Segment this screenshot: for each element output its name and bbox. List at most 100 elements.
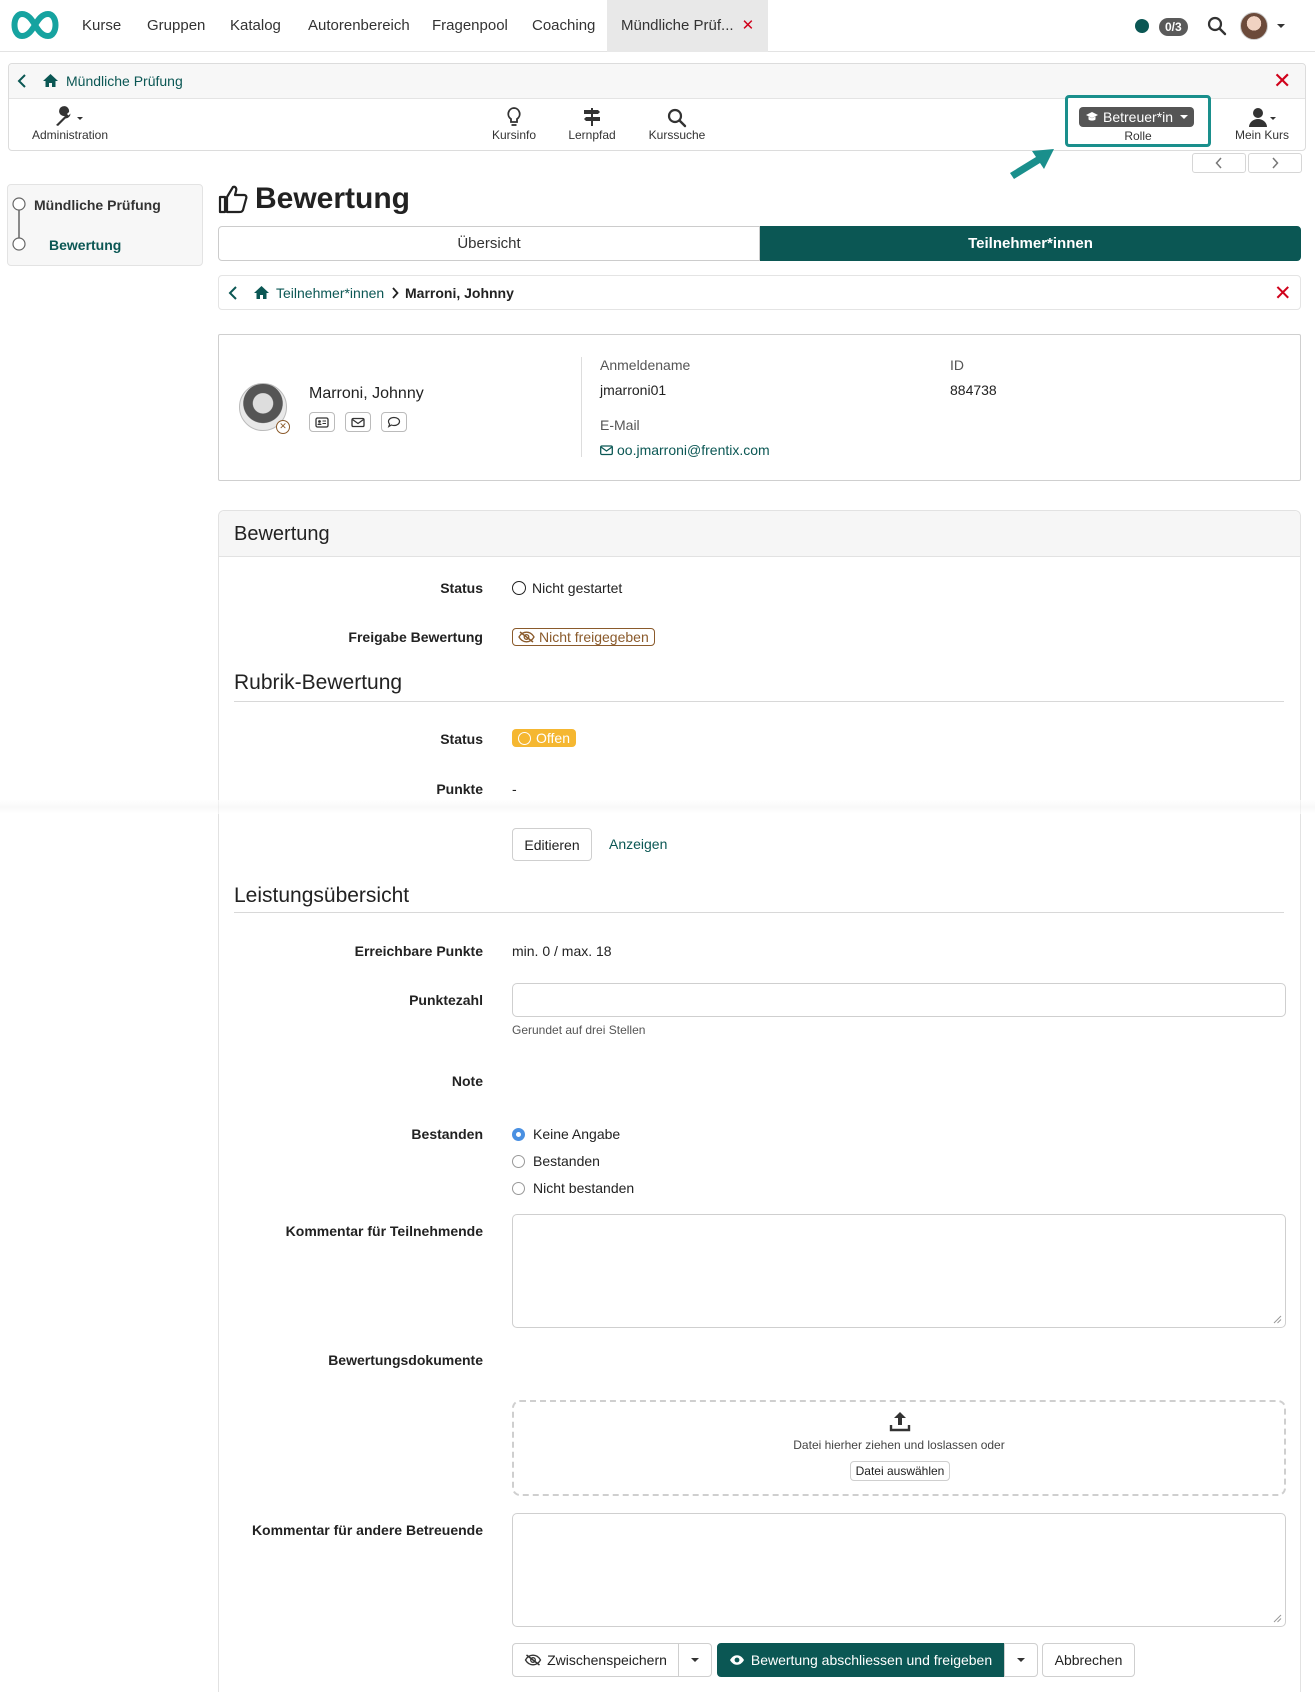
chat-bubble-icon — [387, 416, 401, 428]
breadcrumb-participants-link[interactable]: Teilnehmer*innen — [276, 285, 384, 301]
page-title: Bewertung — [217, 182, 410, 216]
save-options-dropdown[interactable] — [678, 1643, 712, 1677]
passed-label: Bestanden — [411, 1126, 483, 1142]
chat-button[interactable] — [381, 412, 407, 432]
participant-comment-textarea[interactable] — [512, 1214, 1286, 1328]
divider — [234, 912, 1284, 913]
email-label: E-Mail — [600, 417, 640, 433]
search-icon[interactable] — [1207, 16, 1227, 36]
id-card-icon — [315, 416, 329, 428]
kursinfo-button[interactable]: Kursinfo — [484, 104, 544, 142]
highlight-arrow-icon — [1006, 145, 1058, 179]
vcard-button[interactable] — [309, 412, 335, 432]
openolat-logo[interactable] — [8, 10, 62, 40]
menu-item-bewertung[interactable]: Bewertung — [49, 237, 121, 253]
radio-icon — [512, 1181, 525, 1195]
status-value: Nicht gestartet — [512, 580, 622, 596]
assessment-badge[interactable]: 0/3 — [1159, 18, 1188, 36]
finish-options-dropdown[interactable] — [1004, 1643, 1038, 1677]
avatar[interactable] — [1240, 12, 1268, 40]
previous-page-button[interactable] — [1192, 153, 1246, 173]
close-icon[interactable]: ✕ — [1274, 281, 1292, 306]
mein-kurs-menu[interactable]: Mein Kurs — [1222, 104, 1302, 142]
back-chevron-icon[interactable] — [228, 286, 238, 300]
choose-file-button[interactable]: Datei auswählen — [850, 1461, 950, 1481]
nav-coaching[interactable]: Coaching — [532, 0, 595, 52]
rubric-points-value: - — [512, 781, 517, 797]
score-input[interactable] — [512, 983, 1286, 1017]
status-text: Nicht gestartet — [532, 580, 623, 596]
tab-uebersicht[interactable]: Übersicht — [218, 226, 760, 261]
search-icon — [640, 104, 714, 128]
resize-handle-icon[interactable] — [1272, 1314, 1282, 1324]
release-label: Freigabe Bewertung — [348, 629, 483, 645]
file-dropzone[interactable]: Datei hierher ziehen und loslassen oder … — [512, 1400, 1286, 1496]
home-icon[interactable] — [42, 73, 59, 88]
close-course-icon[interactable]: ✕ — [1273, 70, 1291, 92]
email-link[interactable]: oo.jmarroni@frentix.com — [600, 442, 770, 458]
grade-label: Note — [451, 1073, 483, 1089]
radio-selected-icon — [512, 1127, 525, 1141]
nav-autorenbereich[interactable]: Autorenbereich — [308, 0, 410, 52]
chevron-down-icon — [1180, 115, 1188, 119]
close-icon[interactable]: ✕ — [742, 17, 755, 34]
signpost-icon — [562, 104, 622, 128]
kurssuche-label: Kurssuche — [648, 128, 706, 142]
administration-label: Administration — [31, 128, 109, 142]
role-dropdown[interactable]: Betreuer*in — [1079, 107, 1194, 127]
coach-comment-textarea[interactable] — [512, 1513, 1286, 1627]
save-draft-button[interactable]: Zwischenspeichern — [512, 1643, 679, 1677]
id-value: 884738 — [950, 382, 997, 398]
divider — [581, 357, 582, 457]
email-button[interactable] — [345, 412, 371, 432]
eye-icon — [729, 1655, 744, 1665]
lernpfad-button[interactable]: Lernpfad — [562, 104, 622, 142]
assessment-panel: Bewertung Status Nicht gestartet Freigab… — [218, 510, 1301, 1692]
envelope-icon — [600, 444, 613, 455]
graduation-cap-icon — [1086, 112, 1098, 121]
nav-kurse[interactable]: Kurse — [82, 0, 121, 52]
scroll-shadow — [0, 800, 1315, 814]
finish-and-release-button[interactable]: Bewertung abschliessen und freigeben — [717, 1643, 1004, 1677]
role-label: Rolle — [1124, 129, 1152, 143]
kurssuche-button[interactable]: Kurssuche — [640, 104, 714, 142]
upload-icon — [889, 1412, 911, 1432]
mein-kurs-label: Mein Kurs — [1234, 128, 1290, 142]
show-rubric-link[interactable]: Anzeigen — [609, 836, 667, 852]
chevron-down-icon[interactable] — [1276, 22, 1286, 30]
panel-header: Bewertung — [219, 511, 1300, 557]
resize-handle-icon[interactable] — [1272, 1613, 1282, 1623]
passed-option-none[interactable]: Keine Angabe — [512, 1126, 620, 1142]
performance-heading: Leistungsübersicht — [234, 884, 410, 907]
cancel-button[interactable]: Abbrechen — [1042, 1643, 1135, 1677]
course-title-link[interactable]: Mündliche Prüfung — [66, 73, 183, 89]
radio-icon — [512, 1154, 525, 1168]
tab-teilnehmer[interactable]: Teilnehmer*innen — [760, 226, 1301, 261]
nav-gruppen[interactable]: Gruppen — [147, 0, 205, 52]
nav-katalog[interactable]: Katalog — [230, 0, 281, 52]
administration-menu[interactable]: Administration — [17, 104, 123, 142]
user-name: Marroni, Johnny — [309, 385, 424, 402]
lightbulb-icon — [484, 104, 544, 128]
passed-option-label: Nicht bestanden — [533, 1180, 635, 1196]
passed-option-passed[interactable]: Bestanden — [512, 1153, 600, 1169]
home-icon[interactable] — [253, 285, 270, 300]
status-x-icon: ✕ — [276, 420, 290, 434]
learning-path-icon — [12, 197, 26, 251]
role-switch-highlight: Betreuer*in Rolle — [1065, 95, 1211, 147]
coach-comment-label: Kommentar für andere Betreuende — [251, 1522, 483, 1538]
tab-muendliche-pruefung[interactable]: Mündliche Prüf... ✕ — [607, 0, 769, 52]
edit-rubric-button[interactable]: Editieren — [512, 828, 592, 861]
next-page-button[interactable] — [1248, 153, 1302, 173]
menu-item-muendliche-pruefung[interactable]: Mündliche Prüfung — [34, 197, 161, 213]
back-chevron-icon[interactable] — [17, 74, 27, 88]
login-value: jmarroni01 — [600, 382, 667, 398]
rubric-status-text: Offen — [536, 730, 570, 746]
participant-breadcrumb: Teilnehmer*innen Marroni, Johnny ✕ — [218, 275, 1301, 310]
tab-label: Mündliche Prüf... — [621, 17, 734, 34]
passed-option-failed[interactable]: Nicht bestanden — [512, 1180, 634, 1196]
envelope-icon — [351, 417, 365, 427]
nav-fragenpool[interactable]: Fragenpool — [432, 0, 508, 52]
lernpfad-label: Lernpfad — [568, 128, 616, 142]
login-label: Anmeldename — [600, 357, 691, 373]
